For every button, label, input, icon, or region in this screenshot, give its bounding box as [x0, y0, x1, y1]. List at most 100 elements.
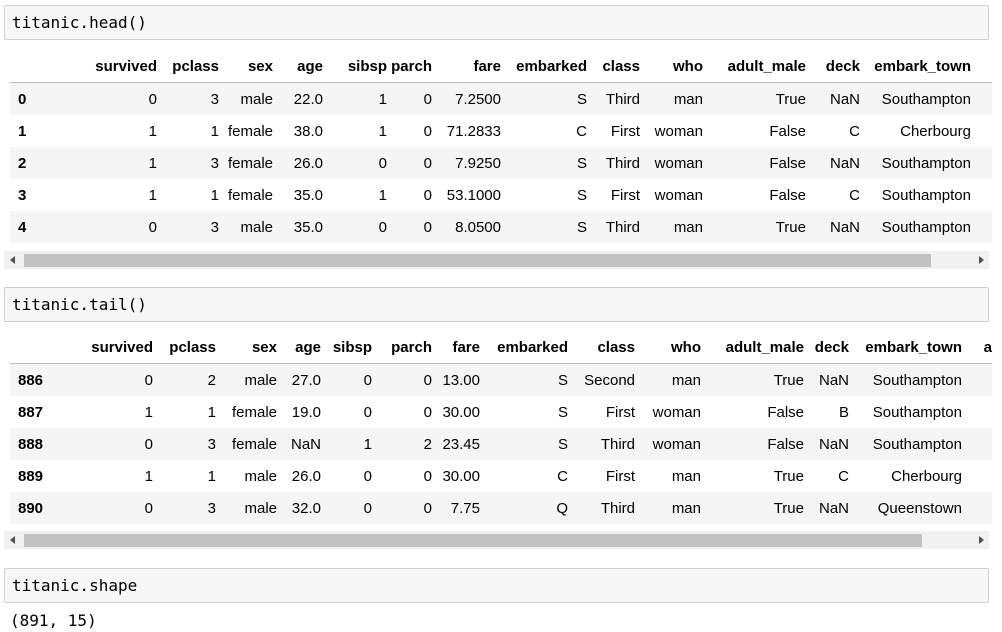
code-cell-head[interactable]: titanic.head(): [4, 5, 989, 40]
table-cell-embarked: S: [576, 186, 587, 204]
scrollbar-thumb[interactable]: [24, 534, 922, 547]
table-cell-embarked: C: [576, 122, 587, 140]
table-cell-sibsp: 1: [378, 186, 387, 204]
table-cell-sibsp: 0: [363, 371, 372, 389]
table-cell-deck: B: [838, 403, 849, 421]
code-input-head[interactable]: titanic.head(): [12, 13, 147, 32]
column-header-adult-male: adult_male: [704, 331, 807, 364]
table-cell-class: First: [610, 186, 640, 204]
table-cell-sibsp: 0: [363, 467, 372, 485]
table-cell-who: woman: [652, 435, 701, 453]
table-cell-pclass: 3: [207, 499, 216, 517]
table-cell-fare: 30.00: [442, 403, 480, 421]
scroll-right-arrow-icon[interactable]: [973, 251, 989, 269]
table-row: 1 1 1 female 38.0 1 0 71.2833 C First woman False C C…: [10, 115, 992, 147]
table-cell-class: First: [605, 403, 635, 421]
table-cell-alive: no: [965, 364, 992, 397]
table-cell-embarked: S: [557, 371, 568, 389]
table-cell-who: woman: [654, 154, 703, 172]
table-row: 2 1 3 female 26.0 0 0 7.9250 S Third woman False NaN…: [10, 147, 992, 179]
table-cell-survived: 1: [148, 122, 157, 140]
table-cell-who: man: [673, 90, 703, 108]
table-cell-adult-male: True: [775, 90, 806, 108]
table-cell-fare: 8.0500: [455, 218, 501, 236]
table-cell-alive: yes: [974, 147, 992, 179]
scroll-left-arrow-icon[interactable]: [4, 531, 20, 549]
table-cell-sex: male: [244, 371, 277, 389]
table-cell-survived: 1: [144, 403, 153, 421]
table-cell-deck: C: [838, 467, 849, 485]
table-cell-parch: 0: [423, 467, 432, 485]
table-cell-pclass: 3: [210, 90, 219, 108]
table-row: 3 1 1 female 35.0 1 0 53.1000 S First woman False C S…: [10, 179, 992, 211]
table-cell-class: First: [605, 467, 635, 485]
table-cell-fare: 13.00: [442, 371, 480, 389]
table-cell-sex: female: [231, 435, 277, 453]
table-cell-parch: 0: [423, 403, 432, 421]
column-header-age: age: [280, 331, 324, 364]
table-row: 889 1 1 male 26.0 0 0 30.00 C First man True C Cherbo…: [10, 460, 992, 492]
scroll-right-arrow-icon[interactable]: [973, 531, 989, 549]
table-cell-sibsp: 0: [363, 403, 372, 421]
code-input-tail[interactable]: titanic.tail(): [12, 295, 147, 314]
table-cell-age: 27.0: [291, 371, 321, 389]
code-cell-tail[interactable]: titanic.tail(): [4, 287, 989, 322]
table-cell-pclass: 1: [207, 467, 216, 485]
scrollbar-thumb[interactable]: [24, 254, 931, 267]
horizontal-scrollbar-tail[interactable]: [4, 531, 989, 549]
table-cell-class: Third: [605, 154, 640, 172]
table-cell-embarked: S: [557, 403, 568, 421]
table-cell-sex: male: [240, 218, 273, 236]
column-header-embark-town: embark_town: [852, 331, 965, 364]
table-cell-class: Third: [605, 218, 640, 236]
column-header-deck: deck: [807, 331, 852, 364]
table-cell-deck: NaN: [818, 371, 849, 389]
dataframe-table-tail: survived pclass sex age sibsp parch fare embark…: [10, 331, 992, 524]
table-cell-deck: NaN: [829, 218, 860, 236]
table-cell-parch: 0: [423, 218, 432, 236]
table-cell-who: woman: [652, 403, 701, 421]
table-cell-survived: 0: [144, 499, 153, 517]
table-cell-survived: 0: [148, 90, 157, 108]
table-cell-class: Third: [600, 435, 635, 453]
column-header-class: class: [571, 331, 638, 364]
table-row: 886 0 2 male 27.0 0 0 13.00 S Second man True NaN Sou…: [10, 363, 992, 397]
table-cell-deck: C: [849, 122, 860, 140]
table-cell-age: 26.0: [293, 154, 323, 172]
table-cell-embark-town: Southampton: [881, 186, 971, 204]
table-cell-pclass: 1: [210, 122, 219, 140]
table-cell-pclass: 2: [207, 371, 216, 389]
column-header-sex: sex: [219, 331, 280, 364]
table-cell-adult-male: True: [773, 467, 804, 485]
table-row: 890 0 3 male 32.0 0 0 7.75 Q Third man True NaN Queen…: [10, 492, 992, 524]
row-index: 2: [18, 154, 27, 172]
table-cell-fare: 30.00: [442, 467, 480, 485]
table-cell-embarked: C: [557, 467, 568, 485]
table-cell-parch: 2: [423, 435, 432, 453]
table-cell-sex: female: [227, 122, 273, 140]
table-cell-class: Third: [605, 90, 640, 108]
table-cell-sibsp: 1: [378, 122, 387, 140]
row-index: 3: [18, 186, 27, 204]
table-cell-parch: 0: [423, 122, 432, 140]
column-header-parch: parch: [390, 50, 435, 83]
table-cell-survived: 0: [144, 371, 153, 389]
horizontal-scrollbar-head[interactable]: [4, 251, 989, 269]
table-cell-embark-town: Southampton: [881, 218, 971, 236]
code-cell-shape[interactable]: titanic.shape: [4, 568, 989, 603]
code-input-shape[interactable]: titanic.shape: [12, 576, 137, 595]
table-cell-sex: male: [244, 467, 277, 485]
table-cell-embark-town: Queenstown: [877, 499, 962, 517]
table-row: 888 0 3 female NaN 1 2 23.45 S Third woman False NaN…: [10, 428, 992, 460]
table-cell-adult-male: False: [769, 122, 806, 140]
table-cell-age: 19.0: [291, 403, 321, 421]
row-index: 1: [18, 122, 27, 140]
table-cell-sibsp: 0: [363, 499, 372, 517]
dataframe-table-head: survived pclass sex age sibsp parch fare embark…: [10, 50, 992, 243]
scroll-left-arrow-icon[interactable]: [4, 251, 20, 269]
table-cell-pclass: 1: [207, 403, 216, 421]
row-index: 888: [18, 435, 44, 453]
row-index: 890: [18, 499, 44, 517]
row-index: 886: [18, 371, 44, 389]
table-cell-adult-male: False: [767, 435, 804, 453]
